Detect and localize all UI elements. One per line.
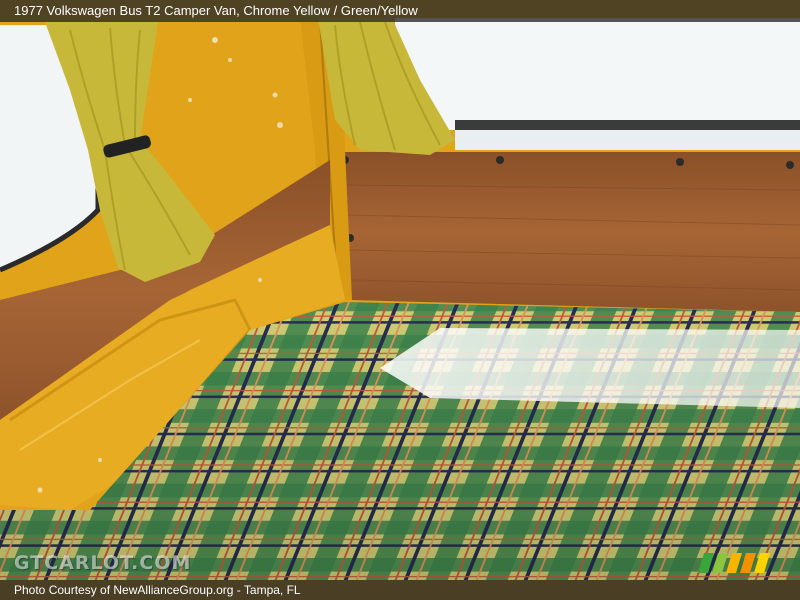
logo-stripe [740,553,756,573]
rear-window [395,18,800,130]
vehicle-colors: Chrome Yellow / Green/Yellow [243,3,418,18]
photo-caption: 1977 Volkswagen Bus T2 Camper Van, Chrom… [0,0,800,22]
gtcarlot-stripes-logo-icon [698,553,770,573]
logo-stripe [754,553,770,573]
logo-stripe [698,553,714,573]
site-watermark: GTCARLOT.COM [14,552,192,574]
logo-stripe [726,553,742,573]
photo-credit-bar: Photo Courtesy of NewAllianceGroup.org -… [0,580,800,600]
interior-photo [0,0,800,600]
photo-credit: Photo Courtesy of NewAllianceGroup.org -… [14,583,301,597]
window-frame [455,120,800,130]
sunlight-glare [380,328,800,408]
vehicle-title: 1977 Volkswagen Bus T2 Camper Van, [14,3,240,18]
logo-stripe [712,553,728,573]
